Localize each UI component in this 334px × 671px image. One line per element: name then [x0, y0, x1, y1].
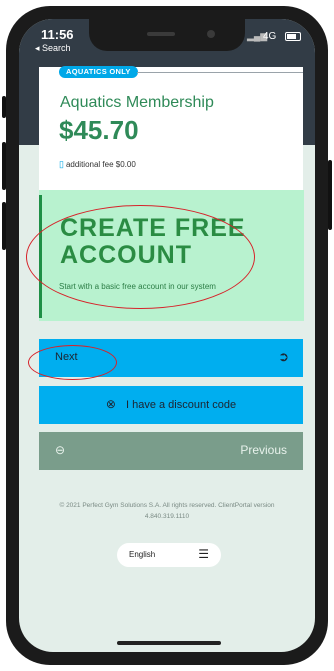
previous-label: Previous [240, 443, 287, 457]
discount-code-button[interactable]: ⊗ I have a discount code [39, 386, 303, 424]
status-bar: 11:56 ◂ Search ▂▄▆ 4G [19, 19, 315, 57]
battery-icon [285, 32, 301, 41]
screen: 11:56 ◂ Search ▂▄▆ 4G AQUATICS ONLY Aqua… [19, 19, 315, 652]
discount-label: I have a discount code [125, 399, 237, 411]
close-circle-icon: ⊗ [105, 397, 116, 411]
status-time: 11:56 [41, 27, 74, 42]
annotation-ellipse-promo [26, 205, 255, 309]
additional-fee: ▯ additional fee $0.00 [59, 159, 136, 170]
back-to-search-link[interactable]: ◂ Search [35, 43, 71, 54]
fee-text: additional fee $0.00 [65, 160, 136, 169]
language-selector[interactable]: English ☰ [117, 543, 221, 567]
home-indicator [117, 641, 221, 645]
discount-content: ⊗ I have a discount code [39, 397, 303, 411]
speaker-grille [147, 32, 175, 36]
power-button [328, 160, 332, 230]
previous-button[interactable]: ⊖ Previous [39, 432, 303, 470]
card-divider [137, 72, 303, 73]
phone-frame: 11:56 ◂ Search ▂▄▆ 4G AQUATICS ONLY Aqua… [0, 0, 334, 671]
language-label: English [129, 550, 156, 559]
membership-price: $45.70 [59, 115, 139, 145]
footer-copyright: © 2021 Perfect Gym Solutions S.A. All ri… [59, 502, 275, 520]
membership-title: Aquatics Membership [60, 94, 214, 111]
camera-dot [207, 30, 215, 38]
aquatics-only-badge: AQUATICS ONLY [59, 66, 138, 78]
network-type: 4G [263, 31, 277, 42]
receipt-icon: ▯ [59, 159, 64, 169]
annotation-ellipse-next [28, 345, 117, 380]
device-notch [89, 19, 245, 51]
menu-icon: ☰ [198, 547, 209, 561]
arrow-left-circle-icon: ⊖ [55, 443, 66, 457]
arrow-right-circle-icon: ➲ [278, 349, 289, 364]
